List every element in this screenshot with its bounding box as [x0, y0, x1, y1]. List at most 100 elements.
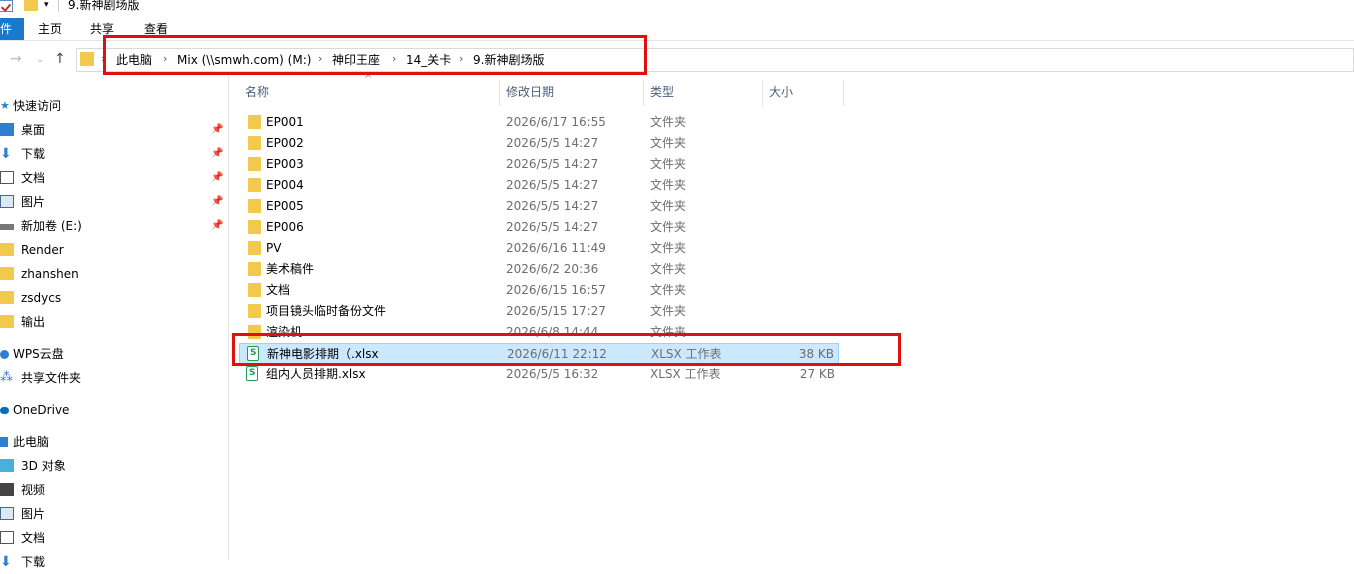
file-type: 文件夹 [650, 283, 687, 297]
file-name: 文档 [266, 283, 291, 297]
sidebar-item-zsdycs[interactable]: zsdycs [0, 286, 61, 310]
pin-icon[interactable]: 📌 [211, 148, 223, 159]
file-modified: 2026/6/2 20:36 [506, 262, 599, 276]
sidebar-label: 新加卷 (E:) [21, 219, 82, 233]
column-header-type[interactable]: 类型 [650, 84, 674, 106]
sidebar-label: 快速访问 [13, 99, 62, 113]
pin-icon[interactable]: 📌 [211, 220, 223, 231]
folder-icon [0, 315, 14, 328]
file-modified: 2026/5/5 14:27 [506, 220, 599, 234]
document-icon [0, 171, 14, 184]
pin-icon[interactable]: 📌 [211, 196, 223, 207]
drive-icon [0, 224, 14, 230]
folder-icon [0, 267, 14, 280]
folder-icon [248, 178, 261, 192]
download-icon: ⬇ [0, 554, 12, 570]
file-modified: 2026/5/5 14:27 [506, 178, 599, 192]
file-row[interactable]: EP005 2026/5/5 14:27 文件夹 [239, 196, 839, 217]
pane-divider[interactable] [228, 76, 229, 561]
computer-icon [0, 437, 8, 447]
sidebar-item-output[interactable]: 输出 [0, 310, 45, 334]
sidebar-item-drive-e[interactable]: 新加卷 (E:) [0, 214, 82, 238]
column-header-size[interactable]: 大小 [769, 84, 793, 106]
file-row[interactable]: EP004 2026/5/5 14:27 文件夹 [239, 175, 839, 196]
spreadsheet-icon [246, 366, 258, 381]
toolbar-divider [58, 0, 59, 12]
file-name: 美术稿件 [266, 262, 315, 276]
download-icon: ⬇ [0, 146, 12, 162]
file-name: EP001 [266, 115, 304, 129]
forward-arrow-icon[interactable]: → [10, 51, 22, 67]
file-modified: 2026/5/5 14:27 [506, 199, 599, 213]
sidebar-label: 3D 对象 [21, 459, 66, 473]
sidebar-item-pc-downloads[interactable]: ⬇ 下载 [0, 550, 45, 574]
sidebar-item-documents[interactable]: 文档 [0, 166, 45, 190]
sidebar-label: 桌面 [21, 123, 46, 137]
file-row[interactable]: 美术稿件 2026/6/2 20:36 文件夹 [239, 259, 839, 280]
file-modified: 2026/5/15 17:27 [506, 304, 606, 318]
sidebar-label: 文档 [21, 531, 46, 545]
file-row[interactable]: EP001 2026/6/17 16:55 文件夹 [239, 112, 839, 133]
sidebar-label: Render [21, 243, 64, 257]
sidebar-label: 输出 [21, 315, 46, 329]
sidebar-item-shared[interactable]: ⁂ 共享文件夹 [0, 366, 81, 390]
share-icon: ⁂ [0, 370, 13, 385]
file-type: XLSX 工作表 [650, 367, 721, 381]
properties-icon[interactable] [0, 0, 13, 12]
sidebar-item-onedrive[interactable]: OneDrive [0, 398, 69, 422]
sidebar-item-downloads[interactable]: ⬇ 下载 [0, 142, 45, 166]
file-name: EP003 [266, 157, 304, 171]
column-header-modified[interactable]: 修改日期 [506, 84, 554, 106]
column-divider[interactable] [643, 80, 644, 106]
tab-file[interactable]: 件 [0, 18, 24, 40]
title-bar [0, 0, 1354, 16]
file-type: 文件夹 [650, 199, 687, 213]
new-folder-icon[interactable] [24, 0, 38, 11]
sidebar-quick-access[interactable]: ★ 快速访问 [0, 94, 61, 118]
sidebar-label: OneDrive [13, 403, 70, 417]
column-divider[interactable] [843, 80, 844, 106]
folder-icon [248, 199, 261, 213]
sidebar-item-videos[interactable]: 视频 [0, 478, 45, 502]
sidebar-item-zhanshen[interactable]: zhanshen [0, 262, 79, 286]
sidebar-item-pc-documents[interactable]: 文档 [0, 526, 45, 550]
column-divider[interactable] [762, 80, 763, 106]
folder-icon [248, 241, 261, 255]
window-title: 9.新神剧场版 [68, 0, 140, 12]
file-row[interactable]: EP002 2026/5/5 14:27 文件夹 [239, 133, 839, 154]
pin-icon[interactable]: 📌 [211, 124, 223, 135]
file-modified: 2026/6/16 11:49 [506, 241, 606, 255]
tab-home[interactable]: 主页 [38, 20, 62, 38]
recent-locations-icon[interactable]: ⌄ [36, 54, 44, 65]
customize-toolbar-icon[interactable]: ▾ [44, 0, 49, 10]
column-divider[interactable] [499, 80, 500, 106]
file-type: 文件夹 [650, 136, 687, 150]
file-row[interactable]: 文档 2026/6/15 16:57 文件夹 [239, 280, 839, 301]
sidebar-item-wps-cloud[interactable]: WPS云盘 [0, 342, 64, 366]
onedrive-icon [0, 407, 9, 414]
file-row[interactable]: EP006 2026/5/5 14:27 文件夹 [239, 217, 839, 238]
file-type: 文件夹 [650, 157, 687, 171]
file-modified: 2026/5/5 14:27 [506, 136, 599, 150]
document-icon [0, 531, 14, 544]
file-row[interactable]: 组内人员排期.xlsx 2026/5/5 16:32 XLSX 工作表 27 KB [239, 364, 839, 385]
file-row[interactable]: PV 2026/6/16 11:49 文件夹 [239, 238, 839, 259]
sidebar-label: 下载 [21, 555, 46, 569]
sidebar-item-pictures[interactable]: 图片 [0, 190, 45, 214]
column-header-name[interactable]: 名称 [245, 84, 269, 106]
sidebar-item-desktop[interactable]: 桌面 [0, 118, 45, 142]
pin-icon[interactable]: 📌 [211, 172, 223, 183]
highlight-box-address [103, 35, 647, 75]
sidebar-label: 下载 [21, 147, 46, 161]
sidebar-item-pc-pictures[interactable]: 图片 [0, 502, 45, 526]
folder-icon [80, 52, 94, 66]
file-type: 文件夹 [650, 262, 687, 276]
file-row[interactable]: 项目镜头临时备份文件 2026/5/15 17:27 文件夹 [239, 301, 839, 322]
file-name: EP002 [266, 136, 304, 150]
sidebar-item-render[interactable]: Render [0, 238, 64, 262]
up-arrow-icon[interactable]: ↑ [54, 51, 66, 67]
sidebar-item-this-pc[interactable]: 此电脑 [0, 430, 49, 454]
folder-icon [248, 304, 261, 318]
file-row[interactable]: EP003 2026/5/5 14:27 文件夹 [239, 154, 839, 175]
sidebar-item-3d[interactable]: 3D 对象 [0, 454, 66, 478]
